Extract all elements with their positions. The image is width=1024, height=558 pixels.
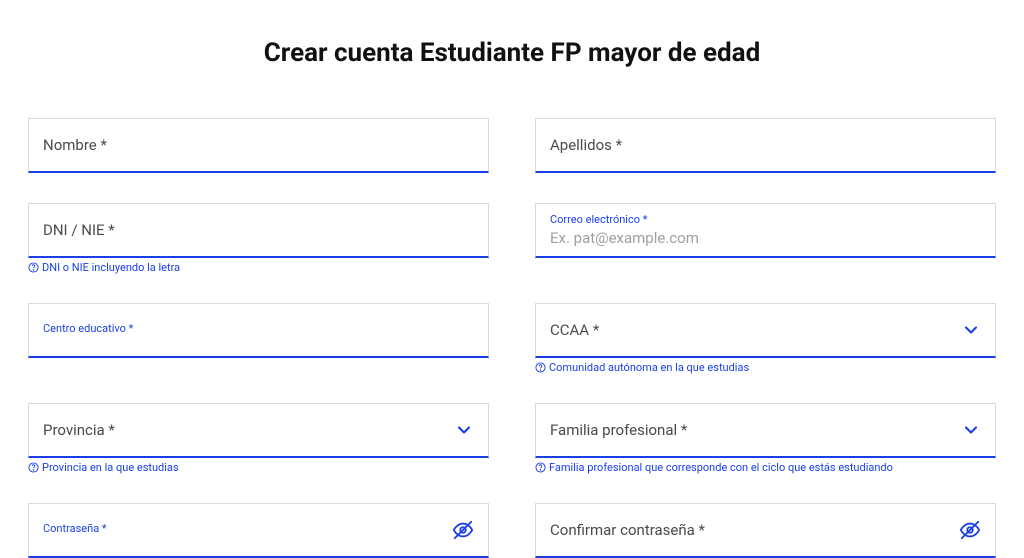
field-correo: Correo electrónico * Ex. pat@example.com: [535, 203, 996, 273]
help-icon: [535, 362, 546, 373]
familia-label: Familia profesional *: [550, 421, 687, 439]
page-title: Crear cuenta Estudiante FP mayor de edad: [0, 0, 1024, 118]
ccaa-helper-text: Comunidad autónoma en la que estudias: [549, 362, 749, 373]
provincia-label: Provincia *: [43, 421, 115, 439]
field-ccaa: CCAA * Comunidad autónoma en la que estu…: [535, 303, 996, 373]
apellidos-label: Apellidos *: [550, 136, 622, 154]
dni-input[interactable]: DNI / NIE *: [28, 203, 489, 258]
correo-placeholder: Ex. pat@example.com: [550, 229, 699, 247]
familia-helper-text: Familia profesional que corresponde con …: [549, 462, 893, 473]
field-provincia: Provincia * Provincia en la que estudias: [28, 403, 489, 473]
provincia-helper-text: Provincia en la que estudias: [42, 462, 179, 473]
ccaa-label: CCAA *: [550, 321, 599, 339]
familia-select[interactable]: Familia profesional *: [535, 403, 996, 458]
familia-helper: Familia profesional que corresponde con …: [535, 462, 996, 473]
provincia-select[interactable]: Provincia *: [28, 403, 489, 458]
correo-input[interactable]: Correo electrónico * Ex. pat@example.com: [535, 203, 996, 258]
chevron-down-icon: [961, 320, 981, 340]
dni-helper: DNI o NIE incluyendo la letra: [28, 262, 489, 273]
centro-input[interactable]: Centro educativo *: [28, 303, 489, 358]
nombre-input[interactable]: Nombre *: [28, 118, 489, 173]
chevron-down-icon: [454, 420, 474, 440]
chevron-down-icon: [961, 420, 981, 440]
centro-label: Centro educativo *: [43, 323, 133, 334]
nombre-label: Nombre *: [43, 136, 107, 154]
field-contrasena: Contraseña *: [28, 503, 489, 558]
ccaa-helper: Comunidad autónoma en la que estudias: [535, 362, 996, 373]
dni-label: DNI / NIE *: [43, 221, 115, 239]
field-nombre: Nombre *: [28, 118, 489, 173]
field-familia: Familia profesional * Familia profesiona…: [535, 403, 996, 473]
field-dni: DNI / NIE * DNI o NIE incluyendo la letr…: [28, 203, 489, 273]
signup-form: Nombre * Apellidos * DNI / NIE * DNI o N…: [0, 118, 1024, 558]
help-icon: [535, 462, 546, 473]
provincia-helper: Provincia en la que estudias: [28, 462, 489, 473]
correo-label: Correo electrónico *: [550, 214, 647, 225]
apellidos-input[interactable]: Apellidos *: [535, 118, 996, 173]
help-icon: [28, 462, 39, 473]
confirmar-label: Confirmar contraseña *: [550, 521, 705, 539]
confirmar-input[interactable]: Confirmar contraseña *: [535, 503, 996, 558]
contrasena-input[interactable]: Contraseña *: [28, 503, 489, 558]
field-apellidos: Apellidos *: [535, 118, 996, 173]
field-confirmar: Confirmar contraseña *: [535, 503, 996, 558]
eye-off-icon[interactable]: [452, 519, 474, 541]
field-centro: Centro educativo *: [28, 303, 489, 373]
dni-helper-text: DNI o NIE incluyendo la letra: [42, 262, 180, 273]
contrasena-label: Contraseña *: [43, 523, 107, 534]
help-icon: [28, 262, 39, 273]
eye-off-icon[interactable]: [959, 519, 981, 541]
ccaa-select[interactable]: CCAA *: [535, 303, 996, 358]
